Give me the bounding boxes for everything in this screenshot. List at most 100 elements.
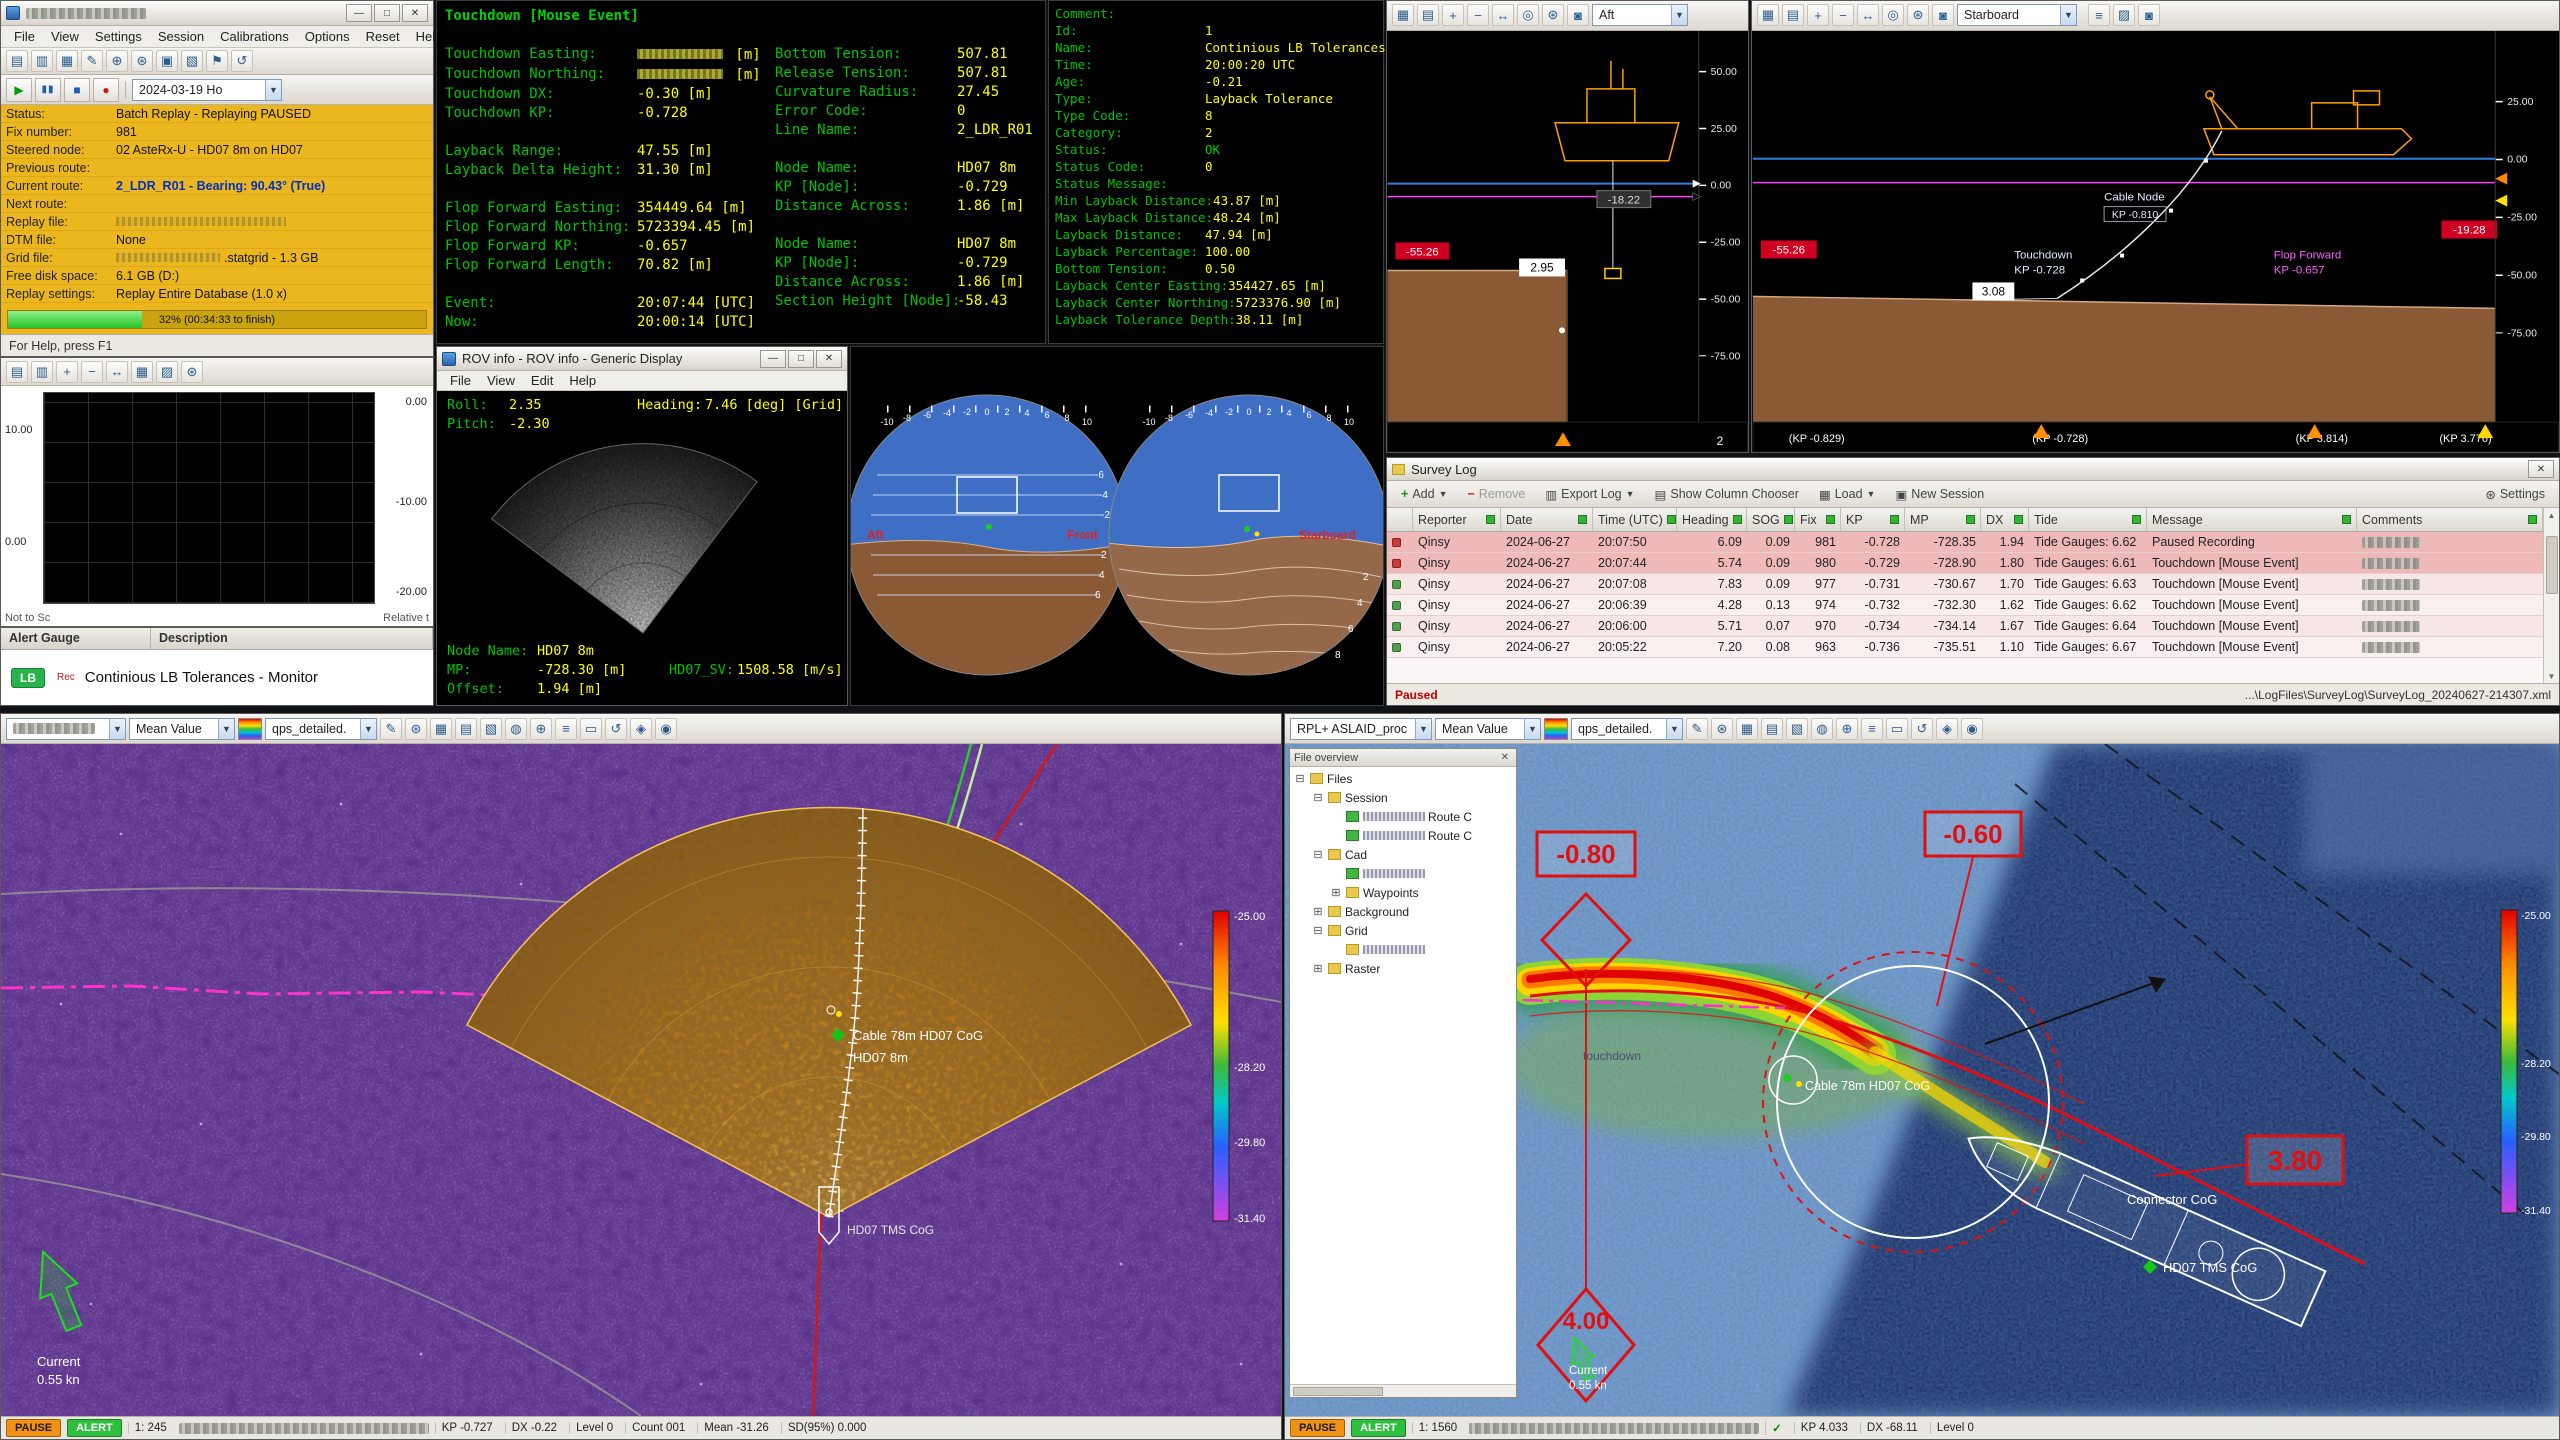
- menu-item[interactable]: Reset: [359, 27, 407, 46]
- pan-icon[interactable]: ↔: [1492, 4, 1514, 26]
- tree-item[interactable]: [1290, 940, 1516, 959]
- column-header[interactable]: Comments: [2357, 508, 2543, 531]
- close-button[interactable]: ✕: [816, 350, 842, 368]
- filter-icon[interactable]: [1486, 515, 1495, 524]
- filter-icon[interactable]: [1667, 515, 1676, 524]
- tree-item[interactable]: ⊟ Session: [1290, 788, 1516, 807]
- tree-expander[interactable]: ⊞: [1312, 962, 1324, 975]
- pan-icon[interactable]: ↔: [106, 361, 128, 383]
- filter-icon[interactable]: [1890, 515, 1899, 524]
- map-left-canvas[interactable]: Cable 78m HD07 CoG HD07 8m HD07 TMS CoG …: [1, 744, 1281, 1416]
- palette-icon[interactable]: ▨: [2113, 4, 2135, 26]
- snapshot-icon[interactable]: ◙: [1932, 4, 1954, 26]
- statistic-combo[interactable]: Mean Value ▼: [129, 718, 235, 740]
- view-selector-combo[interactable]: Aft ▼: [1592, 4, 1688, 26]
- zoom-out-icon[interactable]: −: [81, 361, 103, 383]
- refresh-icon[interactable]: ↺: [1911, 718, 1933, 740]
- tree-item[interactable]: ⊞ Waypoints: [1290, 883, 1516, 902]
- center-icon[interactable]: ◎: [1517, 4, 1539, 26]
- column-header[interactable]: Heading: [1677, 508, 1747, 531]
- print-icon[interactable]: ▤: [1782, 4, 1804, 26]
- settings-icon[interactable]: ⊛: [1711, 718, 1733, 740]
- scroll-up-icon[interactable]: ▲: [2548, 508, 2556, 522]
- grid-icon[interactable]: ▦: [131, 361, 153, 383]
- menu-item[interactable]: View: [480, 371, 522, 390]
- tree-item[interactable]: Route C: [1290, 807, 1516, 826]
- print-icon[interactable]: ▤: [6, 361, 28, 383]
- menu-item[interactable]: Help: [562, 371, 603, 390]
- starboard-profile-canvas[interactable]: Cable Node KP -0.810 Touchdown KP -0.728…: [1752, 31, 2559, 452]
- play-button[interactable]: ▶: [6, 78, 32, 102]
- snapshot-icon[interactable]: ◙: [1567, 4, 1589, 26]
- tree-item[interactable]: Route C: [1290, 826, 1516, 845]
- nodes-icon[interactable]: ⊕: [106, 50, 128, 72]
- rov-titlebar[interactable]: ROV info - ROV info - Generic Display — …: [437, 347, 847, 371]
- tree-expander[interactable]: ⊟: [1312, 791, 1324, 804]
- settings-icon[interactable]: ⊛: [1907, 4, 1929, 26]
- filter-icon[interactable]: [2342, 515, 2351, 524]
- filter-icon[interactable]: [1966, 515, 1975, 524]
- menu-item[interactable]: Edit: [524, 371, 560, 390]
- layers-icon[interactable]: ≡: [555, 718, 577, 740]
- zoom-out-icon[interactable]: −: [1467, 4, 1489, 26]
- table-icon[interactable]: ▤: [1761, 718, 1783, 740]
- column-header[interactable]: KP: [1841, 508, 1905, 531]
- info-icon[interactable]: ◉: [655, 718, 677, 740]
- zoom-in-icon[interactable]: +: [1807, 4, 1829, 26]
- column-header[interactable]: Alert Gauge: [1, 628, 151, 649]
- crosshair-icon[interactable]: ⊕: [1836, 718, 1858, 740]
- scroll-down-icon[interactable]: ▼: [2548, 669, 2556, 683]
- menu-item[interactable]: File: [7, 27, 42, 46]
- grid-icon[interactable]: ▦: [1736, 718, 1758, 740]
- menu-item[interactable]: File: [443, 371, 478, 390]
- tree-item[interactable]: ⊞ Raster: [1290, 959, 1516, 978]
- save-icon[interactable]: ▦: [1392, 4, 1414, 26]
- tree-item[interactable]: ⊟ Files: [1290, 769, 1516, 788]
- tree-item[interactable]: ⊞ Background: [1290, 902, 1516, 921]
- globe-icon[interactable]: ◍: [505, 718, 527, 740]
- filter-icon[interactable]: [2528, 515, 2537, 524]
- maximize-button[interactable]: □: [788, 350, 814, 368]
- new-icon[interactable]: ▤: [6, 50, 28, 72]
- filter-icon[interactable]: [1784, 515, 1793, 524]
- layers-icon[interactable]: ≡: [2088, 4, 2110, 26]
- add-button[interactable]: +Add▼: [1393, 484, 1455, 504]
- tree-expander[interactable]: ⊟: [1312, 924, 1324, 937]
- menu-item[interactable]: Options: [298, 27, 357, 46]
- settings-button[interactable]: ⊛Settings: [2477, 484, 2553, 505]
- globe-icon[interactable]: ◍: [1811, 718, 1833, 740]
- view-selector-combo[interactable]: Starboard ▼: [1957, 4, 2077, 26]
- tree-expander[interactable]: ⊟: [1294, 772, 1306, 785]
- edit-icon[interactable]: ✎: [81, 50, 103, 72]
- maximize-button[interactable]: □: [374, 4, 400, 22]
- statistic-combo[interactable]: Mean Value ▼: [1435, 718, 1541, 740]
- settings-icon[interactable]: ⊛: [131, 50, 153, 72]
- menu-item[interactable]: Settings: [88, 27, 149, 46]
- anchor-icon[interactable]: ◈: [1936, 718, 1958, 740]
- record-button[interactable]: ●: [93, 78, 119, 102]
- layer-combo[interactable]: RPL+ ASLAID_proc ▼: [1290, 718, 1432, 740]
- column-header[interactable]: Tide: [2029, 508, 2147, 531]
- save-icon[interactable]: ▦: [56, 50, 78, 72]
- new-session-button[interactable]: ▣New Session: [1887, 484, 1992, 505]
- anchor-icon[interactable]: ◈: [630, 718, 652, 740]
- grid-combo[interactable]: qps_detailed. ▼: [265, 718, 377, 740]
- session-date-combo[interactable]: 2024-03-19 Ho ▼: [132, 79, 282, 101]
- table-row[interactable]: Qinsy 2024-06-27 20:07:08 7.83 0.09 977 …: [1387, 574, 2543, 595]
- table-row[interactable]: Qinsy 2024-06-27 20:06:39 4.28 0.13 974 …: [1387, 595, 2543, 616]
- scroll-thumb[interactable]: [1293, 1387, 1383, 1396]
- table-row[interactable]: Qinsy 2024-06-27 20:07:50 6.09 0.09 981 …: [1387, 532, 2543, 553]
- chart-icon[interactable]: ▧: [1786, 718, 1808, 740]
- ruler-icon[interactable]: ▭: [580, 718, 602, 740]
- chart-icon[interactable]: ▧: [181, 50, 203, 72]
- vertical-scrollbar[interactable]: ▲ ▼: [2543, 508, 2559, 683]
- graph-plot-area[interactable]: 10.00 0.00 0.00 -10.00 -20.00 Not to Sc …: [1, 386, 433, 626]
- zoom-out-icon[interactable]: −: [1832, 4, 1854, 26]
- rov-console[interactable]: Roll: 2.35 Pitch: -2.30 Heading: 7.46 [d…: [437, 391, 847, 705]
- chart-icon[interactable]: ▧: [480, 718, 502, 740]
- table-row[interactable]: Qinsy 2024-06-27 20:05:22 7.20 0.08 963 …: [1387, 637, 2543, 658]
- zoom-in-icon[interactable]: +: [56, 361, 78, 383]
- column-header[interactable]: Message: [2147, 508, 2357, 531]
- close-button[interactable]: ✕: [2528, 460, 2554, 478]
- pan-icon[interactable]: ↔: [1857, 4, 1879, 26]
